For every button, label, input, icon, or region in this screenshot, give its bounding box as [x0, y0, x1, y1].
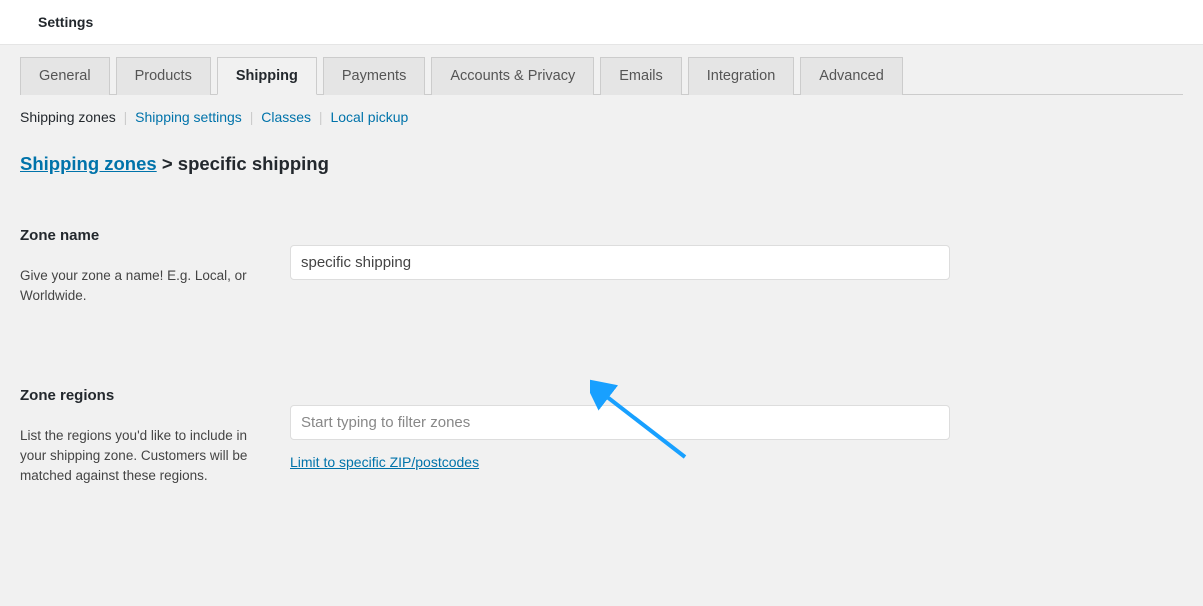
breadcrumb: Shipping zones > specific shipping	[20, 153, 1183, 175]
shipping-subtabs: Shipping zones | Shipping settings | Cla…	[20, 109, 1183, 125]
tab-general[interactable]: General	[20, 57, 110, 95]
content-area: General Products Shipping Payments Accou…	[0, 45, 1203, 606]
subtab-shipping-zones[interactable]: Shipping zones	[20, 109, 116, 125]
tab-advanced[interactable]: Advanced	[800, 57, 903, 95]
breadcrumb-root[interactable]: Shipping zones	[20, 153, 157, 174]
breadcrumb-current: specific shipping	[178, 153, 329, 174]
zone-regions-label: Zone regions	[20, 387, 270, 404]
tab-products[interactable]: Products	[116, 57, 211, 95]
tab-shipping[interactable]: Shipping	[217, 57, 317, 95]
subtab-separator: |	[250, 109, 258, 125]
zone-name-label: Zone name	[20, 227, 270, 244]
subtab-shipping-settings[interactable]: Shipping settings	[135, 109, 242, 125]
tab-accounts-privacy[interactable]: Accounts & Privacy	[431, 57, 594, 95]
zone-name-row: Zone name Give your zone a name! E.g. Lo…	[20, 227, 1183, 307]
tab-integration[interactable]: Integration	[688, 57, 795, 95]
zone-name-input[interactable]	[290, 245, 950, 280]
page-title: Settings	[38, 14, 1165, 30]
limit-zip-link[interactable]: Limit to specific ZIP/postcodes	[290, 454, 479, 470]
tab-payments[interactable]: Payments	[323, 57, 425, 95]
zone-regions-desc: List the regions you'd like to include i…	[20, 426, 270, 487]
subtab-local-pickup[interactable]: Local pickup	[330, 109, 408, 125]
subtab-separator: |	[319, 109, 327, 125]
breadcrumb-separator: >	[162, 153, 173, 174]
subtab-separator: |	[124, 109, 132, 125]
page-header: Settings	[0, 0, 1203, 45]
form-area: Zone name Give your zone a name! E.g. Lo…	[20, 227, 1183, 486]
zone-regions-input[interactable]	[290, 405, 950, 440]
tab-emails[interactable]: Emails	[600, 57, 682, 95]
zone-name-desc: Give your zone a name! E.g. Local, or Wo…	[20, 266, 270, 307]
zone-regions-row: Zone regions List the regions you'd like…	[20, 387, 1183, 487]
settings-tabs: General Products Shipping Payments Accou…	[20, 57, 1183, 95]
subtab-classes[interactable]: Classes	[261, 109, 311, 125]
